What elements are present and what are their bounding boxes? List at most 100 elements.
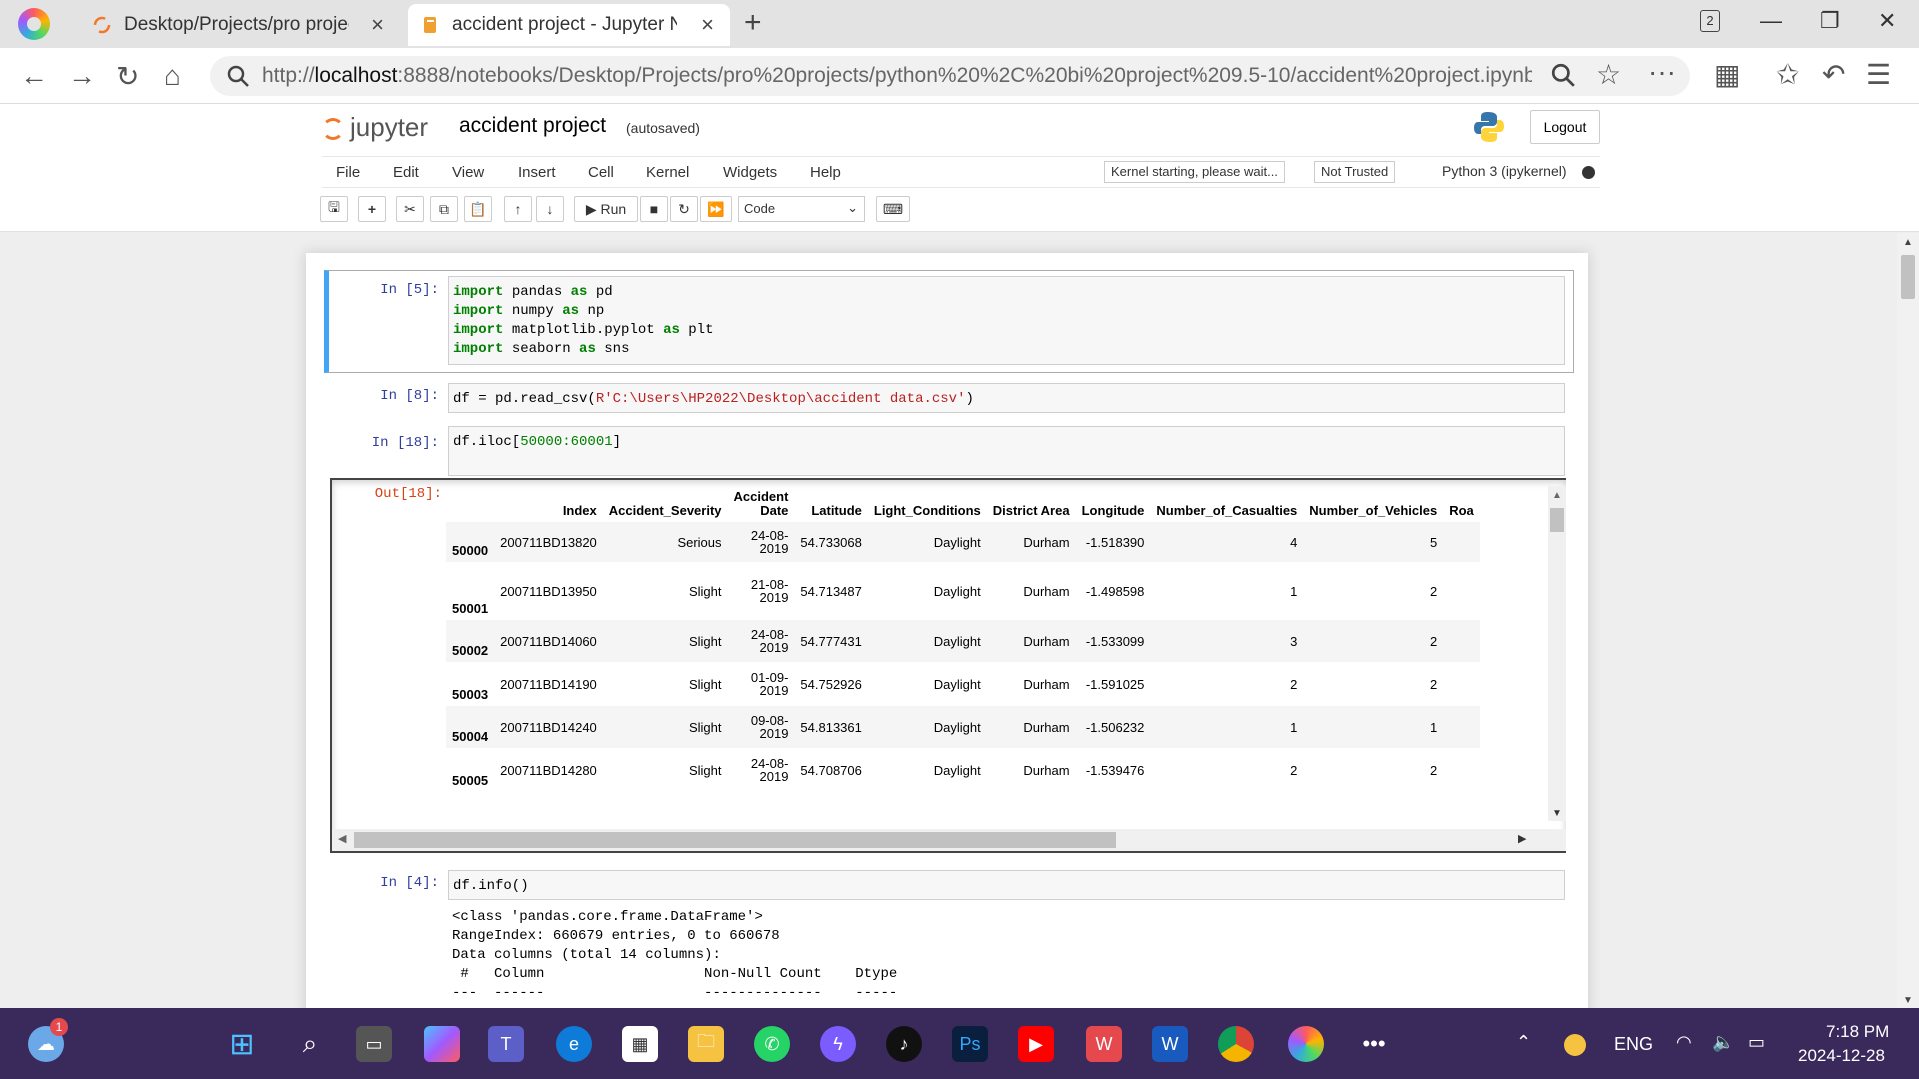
dataframe-scroll[interactable]: Index Accident_Severity Accident Date La… xyxy=(446,486,1546,821)
search-icon xyxy=(227,65,249,87)
favorites-icon[interactable]: ✩ xyxy=(1776,58,1799,91)
file-explorer-icon[interactable]: 🗀 xyxy=(688,1026,724,1062)
output-horizontal-scrollbar[interactable]: ◀ ▶ xyxy=(332,829,1566,851)
scroll-up-icon[interactable]: ▲ xyxy=(1552,490,1562,501)
cut-icon[interactable]: ✂ xyxy=(396,196,424,222)
copy-icon[interactable]: ⧉ xyxy=(430,196,458,222)
menu-edit[interactable]: Edit xyxy=(393,164,419,181)
jupyter-logo-text: jupyter xyxy=(350,112,429,142)
run-button[interactable]: ▶ Run xyxy=(574,196,638,222)
more-apps-icon[interactable]: ••• xyxy=(1356,1026,1392,1062)
code-cell[interactable]: In [4]: df.info() xyxy=(324,865,1574,905)
browser-active-icon[interactable] xyxy=(1288,1026,1324,1062)
teams-icon[interactable]: T xyxy=(488,1026,524,1062)
stop-icon[interactable]: ■ xyxy=(640,196,668,222)
page-vertical-scrollbar[interactable]: ▲ ▼ xyxy=(1897,233,1919,1008)
code-input[interactable]: df.info() xyxy=(448,870,1565,900)
tab-desktop-projects[interactable]: Desktop/Projects/pro projects × xyxy=(80,4,400,46)
more-options-icon[interactable]: ··· xyxy=(1648,56,1676,88)
cell-type-select[interactable]: Code ⌄ xyxy=(738,196,865,222)
output-vertical-scrollbar[interactable]: ▲ ▼ xyxy=(1548,486,1566,821)
new-tab-icon[interactable]: + xyxy=(744,6,762,40)
menu-widgets[interactable]: Widgets xyxy=(723,164,777,181)
scroll-left-icon[interactable]: ◀ xyxy=(338,832,346,845)
edge-icon[interactable]: e xyxy=(556,1026,592,1062)
code-keyword: import xyxy=(453,303,504,319)
browser-logo-icon[interactable] xyxy=(18,8,50,40)
restart-run-all-icon[interactable]: ⏩ xyxy=(700,196,732,222)
restart-icon[interactable]: ↻ xyxy=(670,196,698,222)
tray-app-icon[interactable] xyxy=(1564,1034,1586,1056)
clock-date[interactable]: 2024-12-28 xyxy=(1798,1046,1885,1066)
scroll-down-icon[interactable]: ▼ xyxy=(1903,995,1913,1006)
logout-button[interactable]: Logout xyxy=(1530,110,1600,144)
search-icon[interactable]: ⌕ xyxy=(292,1026,328,1062)
menu-insert[interactable]: Insert xyxy=(518,164,556,181)
menu-hamburger-icon[interactable]: ☰ xyxy=(1866,58,1891,91)
tray-chevron-icon[interactable]: ⌃ xyxy=(1516,1032,1531,1053)
menu-kernel[interactable]: Kernel xyxy=(646,164,689,181)
menu-view[interactable]: View xyxy=(452,164,484,181)
close-window-icon[interactable]: ✕ xyxy=(1878,8,1896,34)
save-icon[interactable]: 🖫 xyxy=(320,196,348,222)
column-header: Accident Date xyxy=(733,489,789,518)
apps-grid-icon[interactable]: ▦ xyxy=(1714,58,1740,91)
move-up-icon[interactable]: ↑ xyxy=(504,196,532,222)
keyboard-icon[interactable]: ⌨ xyxy=(876,196,910,222)
menu-file[interactable]: File xyxy=(336,164,360,181)
zoom-icon[interactable] xyxy=(1550,62,1576,88)
battery-icon[interactable]: ▭ xyxy=(1748,1032,1765,1053)
wps-office-icon[interactable]: W xyxy=(1086,1026,1122,1062)
copilot-icon[interactable] xyxy=(424,1026,460,1062)
scroll-down-icon[interactable]: ▼ xyxy=(1552,808,1562,819)
jupyter-logo[interactable]: jupyter xyxy=(322,112,428,143)
insert-cell-icon[interactable]: + xyxy=(358,196,386,222)
close-tab-icon[interactable]: × xyxy=(701,12,714,38)
whatsapp-icon[interactable]: ✆ xyxy=(754,1026,790,1062)
task-view-icon[interactable]: ▭ xyxy=(356,1026,392,1062)
restore-icon[interactable]: ❐ xyxy=(1820,8,1840,34)
code-cell[interactable]: In [18]: df.iloc[50000:60001] xyxy=(324,421,1574,476)
word-icon[interactable]: W xyxy=(1152,1026,1188,1062)
undo-icon[interactable]: ↶ xyxy=(1822,58,1845,91)
clock-time[interactable]: 7:18 PM xyxy=(1826,1022,1889,1042)
scroll-up-icon[interactable]: ▲ xyxy=(1903,237,1913,248)
scrollbar-thumb[interactable] xyxy=(1901,255,1915,299)
notebook-name[interactable]: accident project xyxy=(459,114,606,138)
menu-help[interactable]: Help xyxy=(810,164,841,181)
photoshop-icon[interactable]: Ps xyxy=(952,1026,988,1062)
code-input[interactable]: import pandas as pd import numpy as np i… xyxy=(448,276,1565,365)
forward-icon[interactable]: → xyxy=(68,60,96,92)
code-input[interactable]: df.iloc[50000:60001] xyxy=(448,426,1565,476)
close-tab-icon[interactable]: × xyxy=(371,12,384,38)
home-icon[interactable]: ⌂ xyxy=(164,60,181,92)
tiktok-icon[interactable]: ♪ xyxy=(886,1026,922,1062)
move-down-icon[interactable]: ↓ xyxy=(536,196,564,222)
volume-icon[interactable]: 🔈 xyxy=(1712,1032,1734,1053)
tab-accident-project[interactable]: accident project - Jupyter Notebook × xyxy=(408,4,730,46)
code-cell[interactable]: In [5]: import pandas as pd import numpy… xyxy=(324,270,1574,373)
youtube-icon[interactable]: ▶ xyxy=(1018,1026,1054,1062)
minimize-icon[interactable]: — xyxy=(1760,8,1782,34)
bookmark-star-icon[interactable]: ☆ xyxy=(1596,58,1621,91)
tab-count-icon[interactable]: 2 xyxy=(1700,10,1720,32)
trust-status[interactable]: Not Trusted xyxy=(1314,161,1396,183)
code-input[interactable]: df = pd.read_csv(R'C:\Users\HP2022\Deskt… xyxy=(448,383,1565,413)
store-icon[interactable]: ▦ xyxy=(622,1026,658,1062)
menu-cell[interactable]: Cell xyxy=(588,164,614,181)
wifi-icon[interactable]: ◠ xyxy=(1676,1032,1692,1053)
reload-icon[interactable]: ↻ xyxy=(116,60,139,93)
kernel-name[interactable]: Python 3 (ipykernel) xyxy=(1442,163,1567,179)
scrollbar-thumb[interactable] xyxy=(1550,508,1564,532)
start-icon[interactable]: ⊞ xyxy=(224,1026,260,1062)
language-indicator[interactable]: ENG xyxy=(1614,1034,1653,1055)
url-text[interactable]: http://localhost:8888/notebooks/Desktop/… xyxy=(262,64,1532,88)
chrome-icon[interactable] xyxy=(1218,1026,1254,1062)
back-icon[interactable]: ← xyxy=(20,60,48,92)
messenger-icon[interactable]: ϟ xyxy=(820,1026,856,1062)
paste-icon[interactable]: 📋 xyxy=(464,196,492,222)
code-cell[interactable]: In [8]: df = pd.read_csv(R'C:\Users\HP20… xyxy=(324,378,1574,414)
scroll-right-icon[interactable]: ▶ xyxy=(1518,832,1526,845)
code-text: matplotlib.pyplot xyxy=(503,322,664,338)
scrollbar-thumb[interactable] xyxy=(354,832,1116,848)
